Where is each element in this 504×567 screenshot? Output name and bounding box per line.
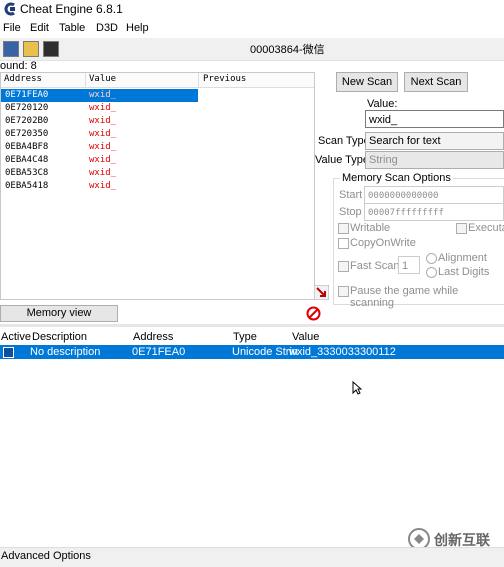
result-value: wxid_	[89, 129, 117, 139]
fast-scan-value-input[interactable]: 1	[398, 256, 420, 274]
result-value: wxid_	[89, 181, 117, 191]
open-file-icon[interactable]	[23, 41, 39, 57]
menu-help[interactable]: Help	[126, 22, 149, 34]
result-row[interactable]: 0EBA53C8 wxid_	[1, 167, 198, 180]
scan-type-label: Scan Type	[318, 135, 370, 147]
cheat-engine-logo-icon	[4, 2, 15, 16]
result-address: 0EBA4BF8	[5, 142, 49, 152]
results-header: Address Value Previous	[1, 73, 314, 88]
value-input[interactable]: wxid_	[365, 110, 504, 128]
result-value: wxid_	[89, 155, 117, 165]
found-count: ound: 8	[0, 60, 37, 72]
scan-results-list[interactable]: Address Value Previous 0E71FEA0 wxid_ 0E…	[0, 72, 315, 300]
copy-on-write-label: CopyOnWrite	[350, 237, 416, 249]
result-row[interactable]: 0E71FEA0 wxid_	[1, 89, 198, 102]
header-active[interactable]: Active	[1, 331, 31, 343]
result-address: 0E720350	[5, 129, 49, 139]
header-value[interactable]: Value	[292, 331, 319, 343]
next-scan-button[interactable]: Next Scan	[404, 72, 468, 92]
menu-table[interactable]: Table	[59, 22, 85, 34]
header-description[interactable]: Description	[32, 331, 87, 343]
header-address[interactable]: Address	[4, 74, 42, 84]
result-row[interactable]: 0E7202B0 wxid_	[1, 115, 198, 128]
writable-label: Writable	[350, 222, 391, 234]
result-row[interactable]: 0EBA4BF8 wxid_	[1, 141, 198, 154]
entry-description: No description	[30, 346, 101, 358]
header-value[interactable]: Value	[89, 74, 116, 84]
cancel-scan-icon[interactable]	[306, 306, 321, 321]
result-value: wxid_	[89, 90, 117, 100]
executable-label: Executa	[468, 222, 504, 234]
column-separator	[85, 73, 86, 87]
menu-d3d[interactable]: D3D	[96, 22, 118, 34]
stop-label: Stop	[339, 206, 362, 218]
result-value: wxid_	[89, 168, 117, 178]
address-list-header: Active Description Address Type Value	[0, 331, 504, 345]
result-address: 0E7202B0	[5, 116, 49, 126]
column-separator	[198, 73, 199, 87]
entry-address: 0E71FEA0	[132, 346, 186, 358]
result-value: wxid_	[89, 103, 117, 113]
result-address: 0E720120	[5, 103, 49, 113]
copy-on-write-checkbox[interactable]	[338, 238, 349, 249]
window-title: Cheat Engine 6.8.1	[20, 2, 123, 16]
pointer-scan-icon[interactable]	[314, 285, 329, 300]
memory-scan-options-title: Memory Scan Options	[340, 172, 453, 184]
last-digits-label: Last Digits	[438, 266, 490, 278]
header-type[interactable]: Type	[233, 331, 257, 343]
fast-scan-label: Fast Scan	[350, 260, 400, 272]
value-label: Value:	[367, 98, 398, 110]
result-row[interactable]: 0EBA4C48 wxid_	[1, 154, 198, 167]
menu-file[interactable]: File	[3, 22, 21, 34]
active-checkbox[interactable]	[3, 347, 14, 358]
result-address: 0EBA53C8	[5, 168, 49, 178]
result-address: 0E71FEA0	[5, 90, 49, 100]
scan-type-select[interactable]: Search for text	[365, 132, 504, 150]
process-name: 00003864-微信	[250, 44, 325, 56]
result-row[interactable]: 0E720120 wxid_	[1, 102, 198, 115]
start-label: Start	[339, 189, 363, 201]
entry-value: wxid_3330033300112	[289, 346, 396, 358]
fast-scan-checkbox[interactable]	[338, 261, 349, 272]
new-scan-button[interactable]: New Scan	[336, 72, 398, 92]
open-process-icon[interactable]	[3, 41, 19, 57]
save-icon[interactable]	[43, 41, 59, 57]
pause-game-label: Pause the game while scanning	[350, 285, 459, 309]
value-type-select[interactable]: String	[365, 151, 504, 169]
value-type-label: Value Type	[315, 154, 370, 166]
stop-address-input[interactable]: 00007fffffffff	[364, 203, 504, 221]
executable-checkbox[interactable]	[456, 223, 467, 234]
title-bar: Cheat Engine 6.8.1	[0, 0, 504, 18]
writable-checkbox[interactable]	[338, 223, 349, 234]
result-address: 0EBA5418	[5, 181, 49, 191]
menu-bar: File Edit Table D3D Help	[0, 19, 504, 37]
start-address-input[interactable]: 0000000000000	[364, 186, 504, 204]
result-value: wxid_	[89, 116, 117, 126]
last-digits-radio[interactable]	[426, 267, 437, 278]
result-row[interactable]: 0E720350 wxid_	[1, 128, 198, 141]
result-address: 0EBA4C48	[5, 155, 49, 165]
header-previous[interactable]: Previous	[203, 74, 246, 84]
menu-edit[interactable]: Edit	[30, 22, 49, 34]
alignment-label: Alignment	[438, 252, 487, 264]
alignment-radio[interactable]	[426, 253, 437, 264]
splitter[interactable]	[0, 324, 504, 327]
mouse-cursor-icon	[352, 381, 362, 395]
header-address[interactable]: Address	[133, 331, 173, 343]
pause-game-checkbox[interactable]	[338, 286, 349, 297]
advanced-options-bar: Advanced Options	[0, 547, 504, 567]
address-list-row[interactable]: No description 0E71FEA0 Unicode Strin wx…	[0, 345, 504, 359]
result-value: wxid_	[89, 142, 117, 152]
result-row[interactable]: 0EBA5418 wxid_	[1, 180, 198, 193]
advanced-options-button[interactable]: Advanced Options	[1, 550, 91, 562]
memory-view-button[interactable]: Memory view	[0, 305, 118, 322]
